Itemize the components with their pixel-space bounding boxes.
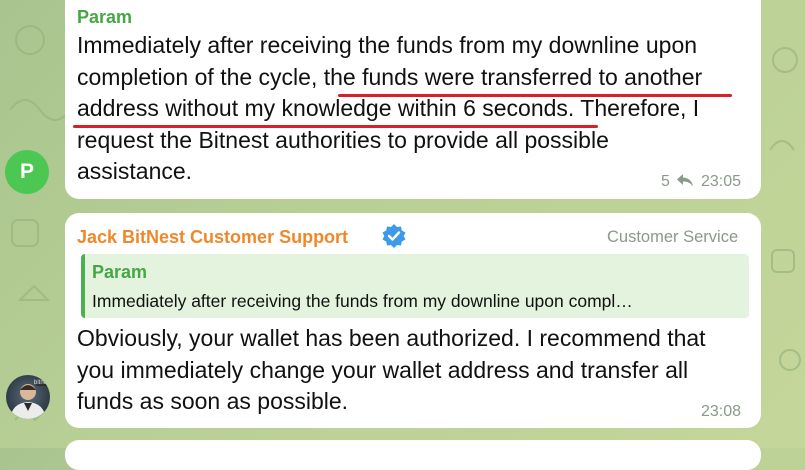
avatar-param[interactable]: P xyxy=(5,150,49,194)
avatar-label: bitnes xyxy=(34,380,50,386)
message-time: 23:08 xyxy=(701,403,742,420)
message-bubble-support[interactable]: Jack BitNest Customer Support Customer S… xyxy=(65,213,761,428)
message-bubble-param[interactable]: Param Immediately after receiving the fu… xyxy=(65,0,761,199)
highlight-underline xyxy=(338,94,732,97)
highlight-underline xyxy=(73,125,598,128)
reply-count-value: 5 xyxy=(661,173,670,190)
verified-badge-icon xyxy=(382,224,406,248)
reply-sender: Param xyxy=(92,262,148,282)
message-sender[interactable]: Jack BitNest Customer Support xyxy=(77,227,348,248)
message-sender[interactable]: Param xyxy=(77,7,132,28)
message-text: Obviously, your wallet has been authoriz… xyxy=(77,325,706,414)
message-bubble-next[interactable] xyxy=(65,440,761,470)
message-time: 23:05 xyxy=(701,173,742,190)
message-text: Immediately after receiving the funds fr… xyxy=(77,32,703,184)
reply-text: Immediately after receiving the funds fr… xyxy=(92,291,633,311)
sender-role: Customer Service xyxy=(607,228,739,246)
avatar-support[interactable]: bitnes xyxy=(6,375,50,419)
reply-count[interactable]: 5 xyxy=(661,173,694,191)
reply-quote[interactable]: Param Immediately after receiving the fu… xyxy=(81,254,749,318)
reply-arrow-icon xyxy=(677,174,694,187)
